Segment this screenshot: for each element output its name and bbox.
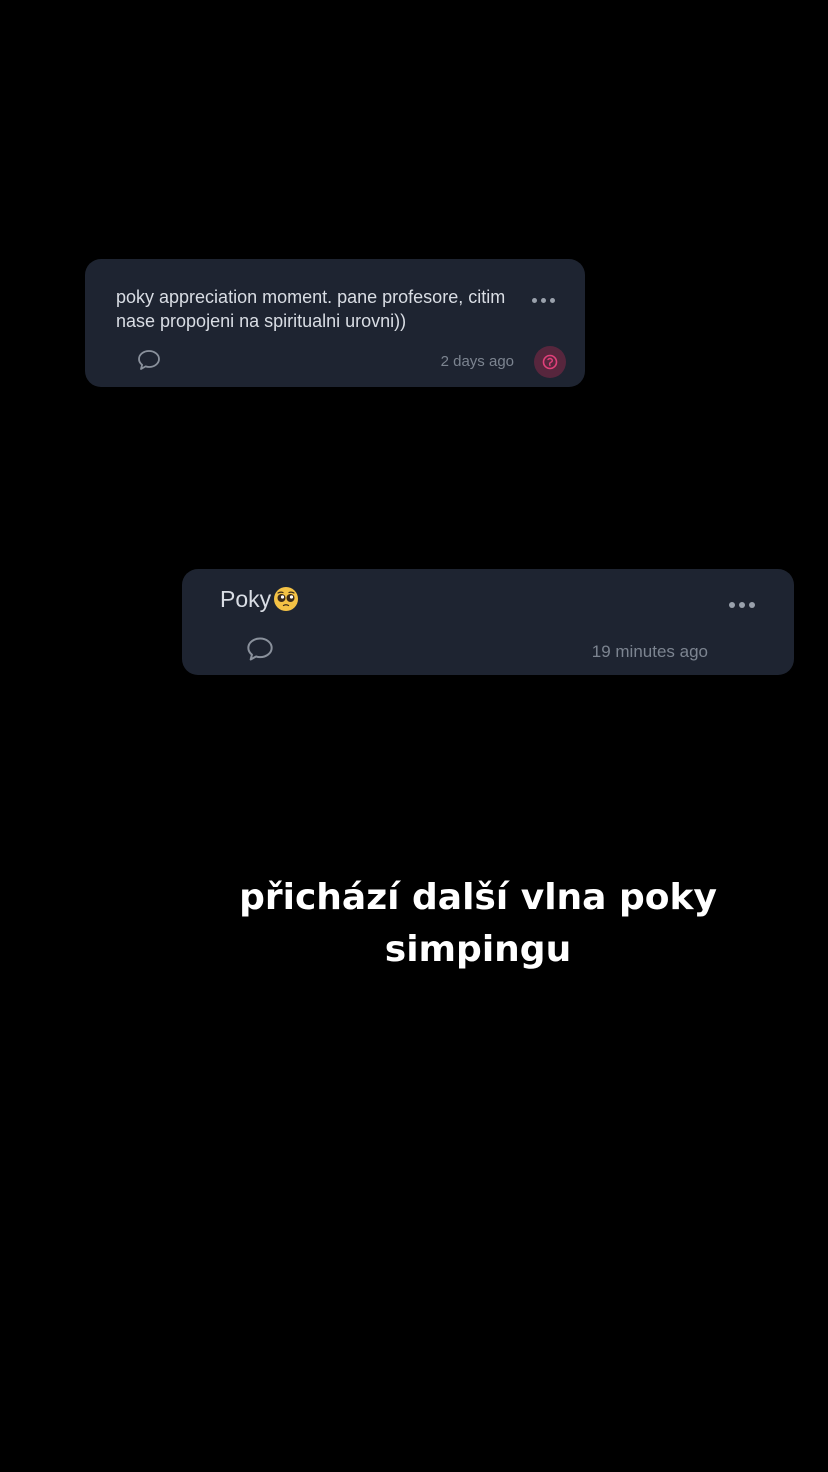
pleading-face-emoji-icon xyxy=(274,587,299,611)
timestamp: 19 minutes ago xyxy=(591,642,708,661)
comment-text-label: Poky xyxy=(220,586,272,612)
comment-card-2: Poky 19 minutes ago xyxy=(182,569,794,675)
comment-text: Poky xyxy=(220,585,299,613)
timestamp: 2 days ago xyxy=(440,353,514,370)
more-options-icon[interactable] xyxy=(532,298,555,303)
comment-icon[interactable] xyxy=(137,349,161,371)
avatar-glyph-icon xyxy=(542,354,558,370)
avatar-icon[interactable] xyxy=(534,346,566,378)
comment-card-1: poky appreciation moment. pane profesore… xyxy=(85,259,585,387)
story-caption: přichází další vlna poky simpingu xyxy=(239,877,717,970)
more-options-icon[interactable] xyxy=(729,602,755,608)
comment-text: poky appreciation moment. pane profesore… xyxy=(116,287,506,331)
comment-icon[interactable] xyxy=(246,636,274,662)
